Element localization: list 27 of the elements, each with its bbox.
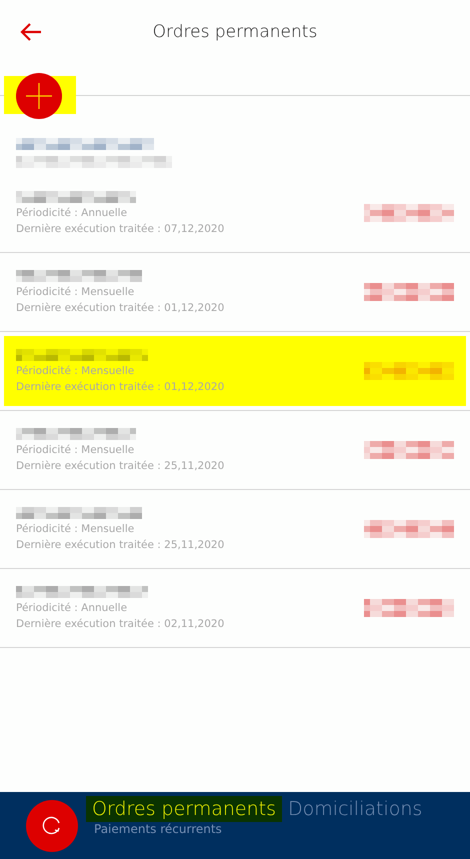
order-row[interactable]: Périodicité : Mensuelle Dernière exécution traitée : 25,11,2020 (4, 415, 466, 485)
last-execution-text: Dernière exécution traitée : 07,12,2020 (16, 223, 226, 235)
last-execution-text: Dernière exécution traitée : 01,12,2020 (16, 302, 226, 314)
periodicity-text: Périodicité : Mensuelle (16, 523, 136, 535)
periodicity-text: Périodicité : Annuelle (16, 602, 128, 614)
periodicity-text: Périodicité : Mensuelle (16, 444, 136, 456)
order-row[interactable]: Périodicité : Mensuelle Dernière exécution traitée : 01,12,2020 (4, 336, 466, 406)
order-row[interactable]: Périodicité : Annuelle Dernière exécution traitée : 02,11,2020 (4, 573, 466, 643)
periodicity-text: Périodicité : Annuelle (16, 207, 128, 219)
order-row[interactable]: Périodicité : Mensuelle Dernière exécution traitée : 25,11,2020 (4, 494, 466, 564)
periodicity-text: Périodicité : Mensuelle (16, 286, 136, 298)
tab-subtitle: Paiements récurrents (93, 822, 223, 836)
order-row[interactable]: Périodicité : Mensuelle Dernière exécution traitée : 01,12,2020 (4, 257, 466, 327)
nav-tab[interactable]: Domiciliations (282, 796, 428, 822)
periodicity-text: Périodicité : Mensuelle (16, 365, 136, 377)
recurring-button[interactable] (26, 800, 78, 852)
order-row[interactable]: Périodicité : Annuelle Dernière exécution traitée : 07,12,2020 (4, 178, 466, 248)
add-button[interactable] (16, 73, 62, 119)
plus-icon (26, 83, 52, 109)
refresh-icon (42, 816, 62, 836)
last-execution-text: Dernière exécution traitée : 25,11,2020 (16, 539, 226, 551)
last-execution-text: Dernière exécution traitée : 01,12,2020 (16, 381, 226, 393)
nav-tab[interactable]: Ordres permanents (86, 796, 282, 822)
back-arrow-icon[interactable] (20, 22, 42, 42)
page-title: Ordres permanents (152, 22, 318, 42)
last-execution-text: Dernière exécution traitée : 02,11,2020 (16, 618, 226, 630)
last-execution-text: Dernière exécution traitée : 25,11,2020 (16, 460, 226, 472)
